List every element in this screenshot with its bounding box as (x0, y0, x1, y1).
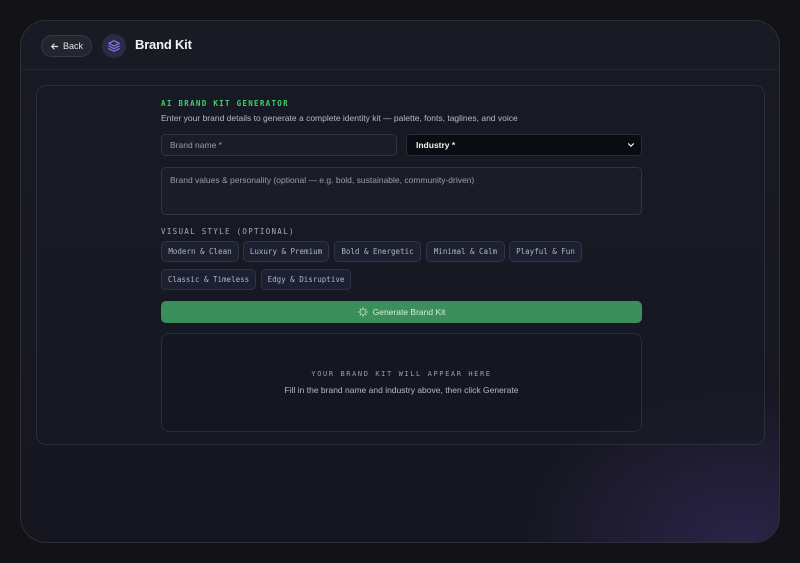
section-kicker: AI BRAND KIT GENERATOR (161, 99, 289, 108)
page-title: Brand Kit (135, 37, 192, 52)
visual-style-label: VISUAL STYLE (OPTIONAL) (161, 227, 295, 236)
style-chip-edgy-disruptive[interactable]: Edgy & Disruptive (261, 269, 351, 290)
back-button[interactable]: Back (41, 35, 92, 57)
header: Back Brand Kit (21, 21, 779, 70)
back-label: Back (62, 41, 83, 51)
chevron-down-icon (628, 143, 634, 147)
style-chip-minimal-calm[interactable]: Minimal & Calm (426, 241, 505, 262)
style-chip-bold-energetic[interactable]: Bold & Energetic (334, 241, 421, 262)
brand-kit-output: YOUR BRAND KIT WILL APPEAR HERE Fill in … (161, 333, 642, 432)
industry-select-value: Industry * (416, 140, 456, 150)
brand-values-input[interactable] (161, 167, 642, 215)
generator-panel: AI BRAND KIT GENERATOR Enter your brand … (36, 85, 765, 445)
generator-subtitle: Enter your brand details to generate a c… (161, 113, 518, 123)
sparkle-icon (357, 307, 368, 317)
output-placeholder-title: YOUR BRAND KIT WILL APPEAR HERE (311, 370, 492, 378)
logo (102, 34, 126, 58)
generate-label: Generate Brand Kit (372, 307, 446, 317)
style-chip-modern-clean[interactable]: Modern & Clean (161, 241, 239, 262)
brand-name-input[interactable] (161, 134, 397, 156)
style-chip-luxury-premium[interactable]: Luxury & Premium (243, 241, 329, 262)
style-chip-playful-fun[interactable]: Playful & Fun (509, 241, 582, 262)
app-window: Back Brand Kit AI BRAND KIT GENERATOR En… (20, 20, 780, 543)
generate-brand-kit-button[interactable]: Generate Brand Kit (161, 301, 642, 323)
industry-select[interactable]: Industry * (406, 134, 642, 156)
output-placeholder-hint: Fill in the brand name and industry abov… (284, 385, 519, 395)
style-chip-classic-timeless[interactable]: Classic & Timeless (161, 269, 256, 290)
layers-icon (108, 40, 120, 52)
arrow-left-icon (51, 42, 59, 50)
